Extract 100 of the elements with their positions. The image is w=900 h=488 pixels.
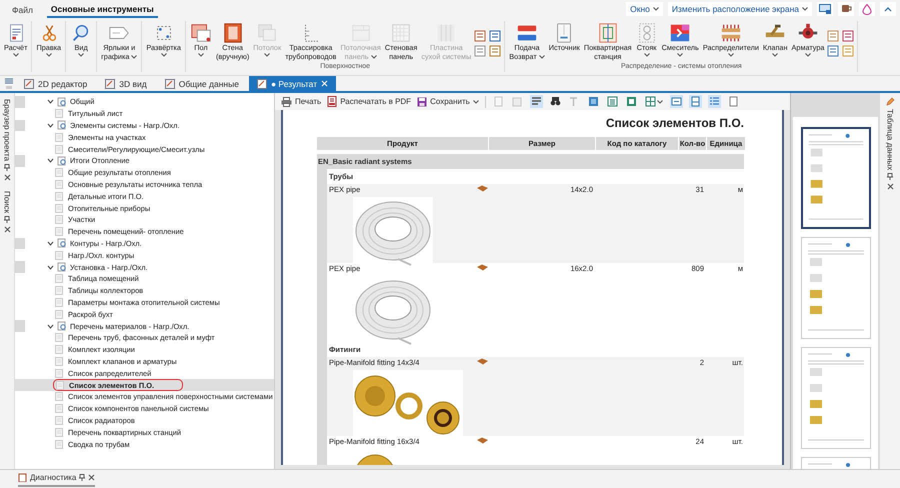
chevron-icon <box>47 264 54 271</box>
pin-icon[interactable] <box>887 173 893 180</box>
tool-icon <box>568 96 580 107</box>
report-icon <box>57 156 67 166</box>
chevron-icon <box>47 322 54 330</box>
document-tab[interactable]: 2D редактор <box>16 76 96 91</box>
tab-icon <box>24 78 34 88</box>
page-icon <box>55 428 63 437</box>
report-icon <box>57 238 67 248</box>
chevron-up-icon[interactable] <box>880 2 896 16</box>
chevron-icon <box>47 157 54 164</box>
caret-icon <box>538 54 545 58</box>
page-icon <box>55 144 63 154</box>
page-thumbnail[interactable] <box>800 127 870 229</box>
caret-icon <box>131 54 138 58</box>
menu-tab[interactable]: Файл <box>8 4 37 18</box>
caret-icon <box>472 100 479 104</box>
close-icon[interactable] <box>886 183 894 190</box>
mixer-icon <box>669 22 692 44</box>
floppy-icon <box>417 96 428 106</box>
tool-icon <box>708 96 720 107</box>
tool-icon <box>530 96 542 107</box>
pin-icon[interactable] <box>4 164 10 172</box>
dropdown[interactable]: Изменить расположение экрана <box>668 2 812 16</box>
caret-icon <box>370 54 377 58</box>
tool-icon[interactable] <box>842 30 854 42</box>
tab-icon <box>105 78 116 88</box>
tool-icon[interactable] <box>842 45 854 57</box>
pencil-icon <box>886 97 894 106</box>
tool-icon <box>492 96 504 107</box>
page-icon <box>55 416 63 425</box>
tool-icon[interactable] <box>474 45 486 57</box>
monitor-icon[interactable] <box>817 2 833 16</box>
report-title: Список элементов П.О. <box>604 116 744 130</box>
toolbar-button[interactable]: Распечатать в PDF <box>327 96 412 107</box>
tool-icon[interactable] <box>827 45 840 57</box>
caret-icon <box>804 52 811 56</box>
page-icon <box>55 440 63 448</box>
clipboard-icon <box>18 473 27 482</box>
report-icon <box>57 262 67 272</box>
station-icon <box>596 22 619 44</box>
ceiling-icon <box>256 22 278 44</box>
tab-icon <box>164 78 175 88</box>
tool-icon[interactable] <box>489 45 502 57</box>
tool-icon[interactable] <box>827 30 840 42</box>
page-icon <box>55 333 63 342</box>
page-icon <box>55 356 63 366</box>
page-icon <box>55 286 63 296</box>
toolbar-button[interactable] <box>530 95 543 108</box>
page-icon <box>55 298 63 307</box>
page-icon <box>55 215 63 224</box>
tool-icon[interactable] <box>474 30 486 42</box>
pdf-icon <box>327 96 338 107</box>
tool-icon <box>588 96 599 107</box>
close-icon[interactable] <box>4 174 10 182</box>
page-icon <box>55 132 63 142</box>
caret-icon <box>652 7 659 11</box>
chevron-icon <box>47 240 54 247</box>
document-tab[interactable]: Общие данные <box>156 76 247 91</box>
caret-icon <box>656 100 663 104</box>
panel-tab[interactable]: Браузер проекта <box>2 97 12 184</box>
panel-tab[interactable]: Поиск <box>2 189 12 236</box>
report-icon <box>57 120 67 130</box>
caret-icon <box>264 52 270 56</box>
panel-tab[interactable]: Таблица данных <box>886 95 894 192</box>
close-icon[interactable] <box>88 474 96 481</box>
toolbar-button[interactable]: Сохранить <box>417 96 479 106</box>
pin-icon[interactable] <box>79 474 86 481</box>
page-icon <box>55 404 63 414</box>
pin-icon[interactable] <box>4 216 10 224</box>
page-icon <box>55 180 63 189</box>
caret-icon <box>12 52 19 56</box>
dropdown[interactable]: Окно <box>626 2 663 16</box>
page-icon <box>55 368 63 378</box>
caret-icon <box>802 7 808 11</box>
document-tab[interactable]: 3D вид <box>97 76 155 91</box>
cup-icon[interactable] <box>838 2 854 16</box>
caret-icon <box>644 52 650 56</box>
tool-icon <box>550 96 561 107</box>
page-icon <box>55 168 63 178</box>
page-icon <box>55 227 63 236</box>
document-tab[interactable]: ● Результат <box>248 76 336 91</box>
close-icon[interactable] <box>4 226 10 234</box>
page-icon <box>55 250 63 260</box>
tool-icon[interactable] <box>489 30 502 42</box>
menu-tab[interactable]: Основные инструменты <box>46 4 158 18</box>
page-icon <box>56 380 64 390</box>
panel-tab[interactable]: Диагностика <box>18 470 96 486</box>
tab-icon <box>256 78 267 88</box>
page-icon <box>55 192 63 201</box>
toolbar-button[interactable] <box>548 95 562 108</box>
page-icon <box>55 274 63 284</box>
brick-icon <box>477 358 488 365</box>
drop-icon[interactable] <box>859 2 875 16</box>
page-icon <box>55 310 63 319</box>
page-icon <box>55 345 63 354</box>
toolbar-button[interactable]: Печать <box>281 96 322 106</box>
caret-icon <box>78 52 84 56</box>
toolbar-button[interactable] <box>644 95 664 108</box>
printer-icon <box>281 96 292 106</box>
